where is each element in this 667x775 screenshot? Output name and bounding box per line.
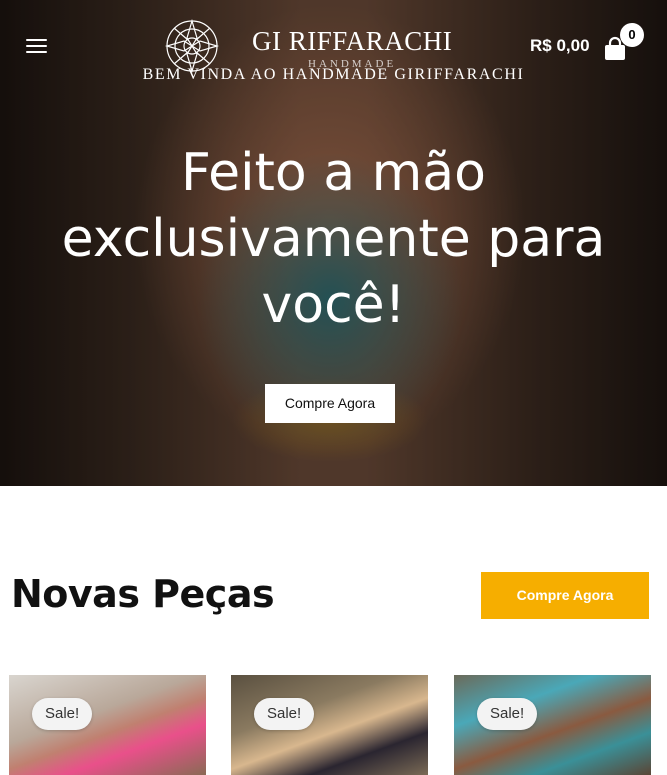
cart-total[interactable]: R$ 0,00: [530, 36, 590, 56]
product-card[interactable]: Sale!: [231, 675, 428, 775]
hero-headline: Feito a mão exclusivamente para você!: [61, 143, 606, 335]
menu-button[interactable]: [26, 36, 48, 54]
cart-count-badge: 0: [620, 23, 644, 47]
brand-name: GI RIFFARACHI: [252, 26, 453, 56]
product-card[interactable]: Sale!: [454, 675, 651, 775]
hero-banner: GI RIFFARACHI HANDMADE BEM VINDA AO HAND…: [0, 0, 667, 486]
sale-badge: Sale!: [477, 698, 538, 730]
sale-badge: Sale!: [254, 698, 315, 730]
sale-badge: Sale!: [32, 698, 93, 730]
product-card[interactable]: Sale!: [9, 675, 206, 775]
hero-shop-button[interactable]: Compre Agora: [265, 384, 395, 423]
welcome-text: BEM VINDA AO HANDMADE GIRIFFARACHI: [142, 66, 525, 83]
section-title: Novas Peças: [11, 572, 275, 616]
section-shop-button[interactable]: Compre Agora: [481, 572, 649, 619]
